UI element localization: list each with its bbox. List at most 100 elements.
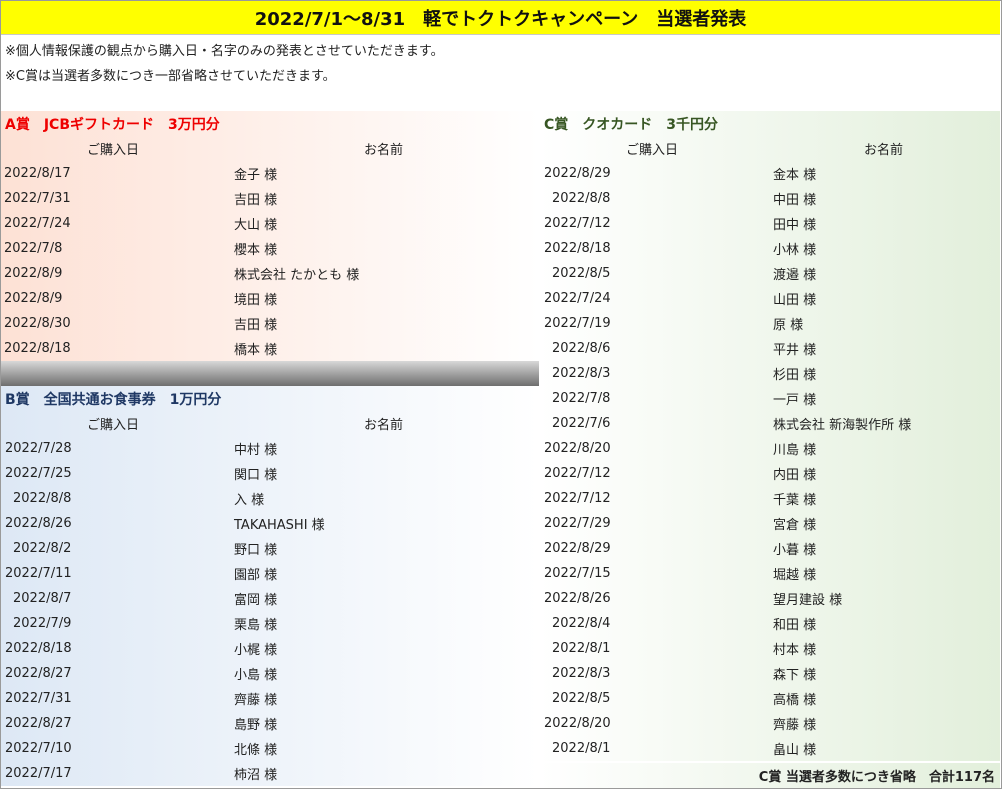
prize-b-column-header: ご購入日 お名前: [1, 411, 539, 436]
table-row: 2022/8/27 小島 様: [1, 661, 539, 686]
table-row: 2022/8/18 小梶 様: [1, 636, 539, 661]
table-row: 2022/7/19 原 様: [540, 311, 1000, 336]
winner-name: 高橋 様: [773, 693, 817, 708]
prize-c-heading-text: C賞 クオカード 3千円分: [544, 116, 719, 133]
winner-name: 平井 様: [773, 343, 817, 358]
table-row: 2022/8/20 齊藤 様: [540, 711, 1000, 736]
purchase-date: 2022/8/3: [552, 366, 611, 381]
purchase-date: 2022/7/10: [5, 741, 72, 756]
purchase-date: 2022/8/20: [544, 716, 611, 731]
purchase-date: 2022/8/9: [4, 291, 63, 306]
omission-note: ※C賞は当選者多数につき一部省略させていただきます。: [5, 69, 336, 84]
table-row: 2022/8/26 TAKAHASHI 様: [1, 511, 539, 536]
purchase-date: 2022/8/17: [4, 166, 71, 181]
purchase-date: 2022/7/25: [5, 466, 72, 481]
table-row: 2022/8/2 野口 様: [1, 536, 539, 561]
prize-b-heading-text: B賞 全国共通お食事券 1万円分: [5, 391, 222, 408]
prize-c-heading: C賞 クオカード 3千円分: [540, 111, 1000, 136]
winner-name: 村本 様: [773, 643, 817, 658]
winner-name: 橋本 様: [234, 343, 278, 358]
winner-name: 金子 様: [234, 168, 278, 183]
winner-name: 栗島 様: [234, 618, 278, 633]
table-row: 2022/8/1 村本 様: [540, 636, 1000, 661]
winner-name: 小島 様: [234, 668, 278, 683]
table-row: 2022/8/3 杉田 様: [540, 361, 1000, 386]
table-row: 2022/8/9 境田 様: [1, 286, 539, 311]
winner-name: 山田 様: [773, 293, 817, 308]
winner-name: 杉田 様: [773, 368, 817, 383]
winner-name: 株式会社 たかとも 様: [234, 268, 360, 283]
purchase-date: 2022/8/8: [552, 191, 611, 206]
winner-name: 畠山 様: [773, 743, 817, 758]
purchase-date: 2022/8/26: [5, 516, 72, 531]
purchase-date: 2022/7/11: [5, 566, 72, 581]
winner-name: 原 様: [773, 318, 804, 333]
winner-name: 入 様: [234, 493, 265, 508]
purchase-date: 2022/7/17: [5, 766, 72, 781]
purchase-date: 2022/7/8: [552, 391, 611, 406]
purchase-date: 2022/7/8: [4, 241, 63, 256]
prize-b-heading: B賞 全国共通お食事券 1万円分: [1, 386, 539, 411]
winner-name: 千葉 様: [773, 493, 817, 508]
purchase-date: 2022/8/9: [4, 266, 63, 281]
purchase-date: 2022/7/19: [544, 316, 611, 331]
table-row: 2022/7/9 栗島 様: [1, 611, 539, 636]
purchase-date: 2022/8/5: [552, 266, 611, 281]
table-row: 2022/7/28 中村 様: [1, 436, 539, 461]
table-row: 2022/8/8 中田 様: [540, 186, 1000, 211]
winner-name: 園部 様: [234, 568, 278, 583]
winner-name: 境田 様: [234, 293, 278, 308]
winner-name: 齊藤 様: [234, 693, 278, 708]
purchase-date: 2022/8/6: [552, 341, 611, 356]
winner-name: 吉田 様: [234, 318, 278, 333]
winner-name: 富岡 様: [234, 593, 278, 608]
winner-name: 川島 様: [773, 443, 817, 458]
purchase-date: 2022/8/4: [552, 616, 611, 631]
purchase-date: 2022/8/8: [13, 491, 72, 506]
table-row: 2022/8/5 高橋 様: [540, 686, 1000, 711]
purchase-date: 2022/8/20: [544, 441, 611, 456]
table-row: 2022/8/26 望月建設 様: [540, 586, 1000, 611]
winner-name: 渡邉 様: [773, 268, 817, 283]
table-row: 2022/8/1 畠山 様: [540, 736, 1000, 761]
table-row: 2022/7/12 内田 様: [540, 461, 1000, 486]
prize-a-heading: A賞 JCBギフトカード 3万円分: [1, 111, 539, 136]
table-row: 2022/7/25 関口 様: [1, 461, 539, 486]
prize-c-footer: C賞 当選者多数につき省略 合計117名: [540, 763, 1000, 788]
purchase-date: 2022/7/12: [544, 466, 611, 481]
table-row: 2022/8/30 吉田 様: [1, 311, 539, 336]
winner-name: 小梶 様: [234, 643, 278, 658]
purchase-date: 2022/7/15: [544, 566, 611, 581]
table-row: 2022/8/29 金本 様: [540, 161, 1000, 186]
table-row: 2022/8/5 渡邉 様: [540, 261, 1000, 286]
winner-name: 吉田 様: [234, 193, 278, 208]
purchase-date: 2022/7/12: [544, 491, 611, 506]
name-column-header: お名前: [864, 143, 904, 158]
table-row: 2022/7/15 堀越 様: [540, 561, 1000, 586]
table-row: 2022/8/17 金子 様: [1, 161, 539, 186]
table-row: 2022/7/8 一戸 様: [540, 386, 1000, 411]
privacy-note: ※個人情報保護の観点から購入日・名字のみの発表とさせていただきます。: [5, 44, 444, 59]
table-row: 2022/7/24 山田 様: [540, 286, 1000, 311]
table-row: 2022/8/7 富岡 様: [1, 586, 539, 611]
winner-name: 関口 様: [234, 468, 278, 483]
winner-name: 島野 様: [234, 718, 278, 733]
table-row: 2022/7/10 北條 様: [1, 736, 539, 761]
winner-name: 櫻本 様: [234, 243, 278, 258]
winner-name: 小暮 様: [773, 543, 817, 558]
winner-name: 株式会社 新海製作所 様: [773, 418, 912, 433]
purchase-date: 2022/8/26: [544, 591, 611, 606]
purchase-date: 2022/8/1: [552, 641, 611, 656]
purchase-date: 2022/7/6: [552, 416, 611, 431]
table-row: 2022/8/27 島野 様: [1, 711, 539, 736]
purchase-date: 2022/8/27: [5, 716, 72, 731]
table-row: 2022/8/4 和田 様: [540, 611, 1000, 636]
purchase-date: 2022/7/28: [5, 441, 72, 456]
winner-name: 中田 様: [773, 193, 817, 208]
name-column-header: お名前: [364, 418, 404, 433]
purchase-date: 2022/8/18: [544, 241, 611, 256]
table-row: 2022/8/8 入 様: [1, 486, 539, 511]
page-title: 2022/7/1〜8/31 軽でトクトクキャンペーン 当選者発表: [1, 1, 1000, 35]
purchase-date: 2022/7/12: [544, 216, 611, 231]
date-column-header: ご購入日: [87, 143, 140, 158]
